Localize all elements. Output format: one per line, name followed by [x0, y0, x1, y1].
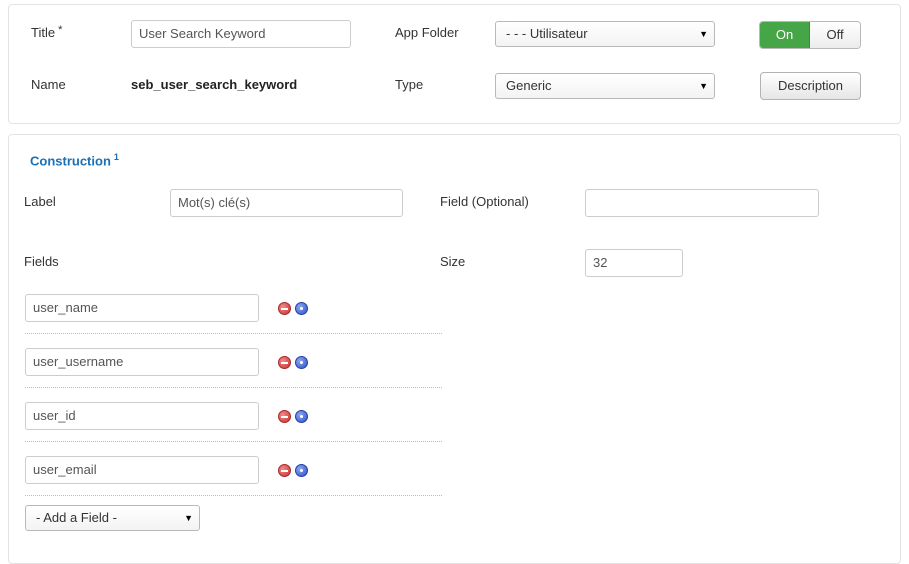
- add-circle-icon[interactable]: [295, 302, 308, 315]
- section-title: Construction 1: [30, 152, 119, 169]
- field-input-user-email[interactable]: user_email: [25, 456, 259, 484]
- size-label: Size: [440, 254, 466, 269]
- size-input[interactable]: 32: [585, 249, 683, 277]
- fields-label: Fields: [24, 254, 59, 269]
- label-input[interactable]: Mot(s) clé(s): [170, 189, 403, 217]
- name-label: Name: [31, 77, 66, 92]
- remove-circle-icon[interactable]: [278, 302, 291, 315]
- toggle-off-button[interactable]: Off: [810, 22, 860, 48]
- construction-panel: Construction 1 Label Mot(s) clé(s) Field …: [8, 134, 901, 564]
- field-optional-label: Field (Optional): [440, 194, 529, 209]
- app-folder-label: App Folder: [395, 25, 459, 40]
- field-row: user_id: [25, 388, 442, 442]
- row-divider: [25, 495, 442, 496]
- field-input-user-id[interactable]: user_id: [25, 402, 259, 430]
- caret-down-icon: ▼: [184, 513, 193, 523]
- field-input-user-name[interactable]: user_name: [25, 294, 259, 322]
- field-input-user-username[interactable]: user_username: [25, 348, 259, 376]
- app-folder-select[interactable]: - - - Utilisateur ▼: [495, 21, 715, 47]
- add-circle-icon[interactable]: [295, 356, 308, 369]
- description-button[interactable]: Description: [760, 72, 861, 100]
- type-select[interactable]: Generic ▼: [495, 73, 715, 99]
- caret-down-icon: ▼: [699, 29, 708, 39]
- state-toggle[interactable]: On Off: [759, 21, 861, 49]
- general-panel: Title * User Search Keyword App Folder - …: [8, 4, 901, 124]
- field-row: user_email: [25, 442, 442, 496]
- field-row: user_username: [25, 334, 442, 388]
- type-value: Generic: [506, 78, 552, 93]
- name-value: seb_user_search_keyword: [131, 77, 298, 92]
- field-row: user_name: [25, 280, 442, 334]
- remove-circle-icon[interactable]: [278, 356, 291, 369]
- section-note: 1: [113, 152, 119, 162]
- add-field-select[interactable]: - Add a Field - ▼: [25, 505, 200, 531]
- remove-circle-icon[interactable]: [278, 464, 291, 477]
- app-folder-value: - - - Utilisateur: [506, 26, 588, 41]
- type-label: Type: [395, 77, 424, 92]
- required-mark: *: [58, 24, 63, 36]
- add-circle-icon[interactable]: [295, 464, 308, 477]
- title-input[interactable]: User Search Keyword: [131, 20, 351, 48]
- title-label: Title *: [31, 24, 63, 40]
- remove-circle-icon[interactable]: [278, 410, 291, 423]
- label-label: Label: [24, 194, 56, 209]
- add-circle-icon[interactable]: [295, 410, 308, 423]
- field-optional-input[interactable]: [585, 189, 819, 217]
- toggle-on-button[interactable]: On: [760, 22, 811, 48]
- add-field-value: - Add a Field -: [36, 510, 117, 525]
- caret-down-icon: ▼: [699, 81, 708, 91]
